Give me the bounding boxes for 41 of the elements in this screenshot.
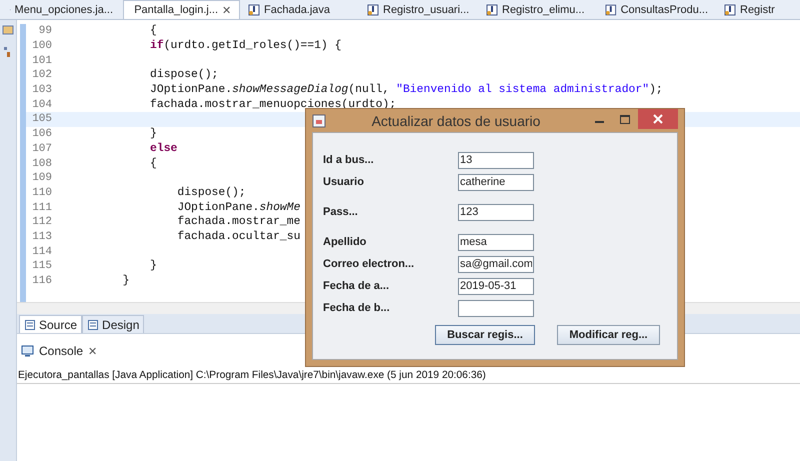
- field-label: Correo electron...: [323, 258, 416, 270]
- field-label: Fecha de b...: [323, 302, 391, 314]
- code-line: if(urdto.getId_roles()==1) {: [149, 40, 342, 52]
- field-label: Id a bus...: [323, 154, 375, 166]
- code-line: JOptionPane.showMe: [176, 202, 300, 214]
- code-line: }: [149, 128, 157, 140]
- line-number: 101: [31, 54, 52, 67]
- field-label: Usuario: [323, 176, 365, 188]
- code-line: }: [149, 260, 157, 272]
- line-number: 103: [31, 84, 52, 96]
- code-line: {: [149, 158, 157, 170]
- field-label: Pass...: [323, 206, 359, 218]
- line-number: 102: [31, 69, 52, 82]
- code-line: fachada.mostrar_menuopciones(urdto);: [149, 98, 396, 111]
- line-number: 110: [31, 186, 52, 199]
- line-number: 112: [31, 216, 52, 228]
- line-number: 111: [31, 202, 52, 214]
- line-number: 108: [31, 158, 52, 170]
- code-line: }: [122, 275, 130, 288]
- code-line: fachada.ocultar_su: [176, 230, 300, 243]
- field-label: Fecha de a...: [323, 280, 390, 292]
- line-number: 105: [31, 113, 52, 126]
- code-line: {: [149, 25, 157, 38]
- line-number: 116: [31, 275, 52, 288]
- line-number: 115: [31, 260, 52, 272]
- field-label: Apellido: [323, 236, 368, 248]
- code-line: else: [149, 142, 178, 155]
- code-line: dispose();: [176, 186, 246, 199]
- line-number: 113: [31, 230, 52, 243]
- line-number: 106: [31, 128, 52, 140]
- code-line: JOptionPane.showMessageDialog(null, "Bienvenido al sistema administrador");: [149, 84, 663, 96]
- line-number: 104: [31, 98, 52, 111]
- code-line: fachada.mostrar_me: [176, 216, 300, 228]
- console-output: Ejecutora_pantallas [Java Application] C:\Program Files\Java\jre7\bin\javaw.exe (5 jun 2019 20:06:36): [17, 370, 800, 384]
- line-number: 100: [31, 40, 52, 52]
- line-number: 114: [31, 246, 52, 258]
- line-number: 107: [31, 142, 52, 155]
- line-number: 99: [38, 25, 52, 38]
- line-number: 109: [31, 172, 52, 184]
- window-title: Actualizar datos de usuario: [370, 112, 542, 128]
- code-line: dispose();: [149, 69, 218, 82]
